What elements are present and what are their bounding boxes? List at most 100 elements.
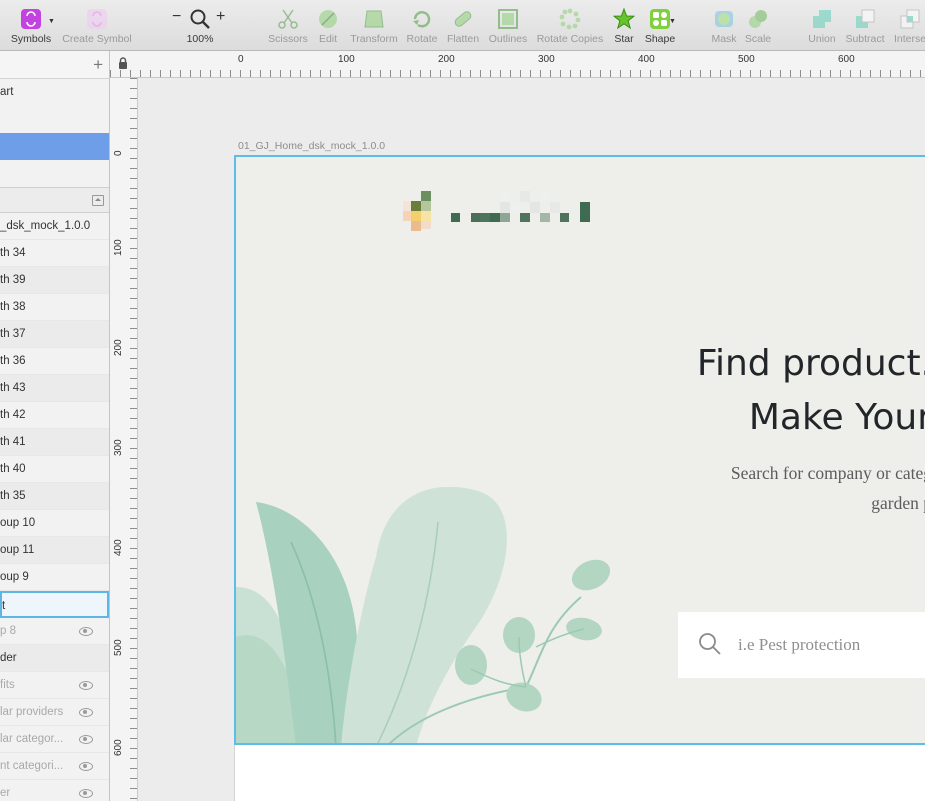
ruler-label: 200 bbox=[113, 339, 124, 356]
vertical-ruler[interactable]: 0 100 200 300 400 500 600 bbox=[110, 78, 138, 801]
layer-item-hidden[interactable]: fits bbox=[0, 672, 109, 699]
page-item[interactable]: art bbox=[0, 79, 109, 106]
layer-item[interactable]: oup 9 bbox=[0, 564, 109, 591]
layer-item-hidden[interactable]: lar categor... bbox=[0, 726, 109, 753]
canvas[interactable]: 01_GJ_Home_dsk_mock_1.0.0 Find product. … bbox=[139, 78, 925, 801]
layer-item[interactable]: th 43 bbox=[0, 375, 109, 402]
ruler-label: 300 bbox=[113, 439, 124, 456]
collapse-icon[interactable] bbox=[92, 195, 104, 206]
artboard-name[interactable]: 01_GJ_Home_dsk_mock_1.0.0 bbox=[238, 140, 385, 152]
create-symbol-button[interactable]: Create Symbol bbox=[60, 0, 134, 51]
lock-icon[interactable] bbox=[118, 57, 128, 69]
intersect-button[interactable]: Interse bbox=[890, 0, 925, 51]
ruler-label: 100 bbox=[338, 54, 355, 65]
subtract-button[interactable]: Subtract bbox=[842, 0, 888, 51]
zoom-control[interactable]: − + 100% bbox=[168, 0, 232, 51]
chevron-down-icon: ▼ bbox=[48, 18, 55, 25]
rotate-copies-button[interactable]: Rotate Copies bbox=[533, 0, 607, 51]
layer-item[interactable]: th 34 bbox=[0, 240, 109, 267]
layer-item-highlighted[interactable]: t bbox=[0, 591, 109, 618]
layer-item-hidden[interactable]: p 8 bbox=[0, 618, 109, 645]
layer-item[interactable]: th 36 bbox=[0, 348, 109, 375]
ruler-label: 500 bbox=[113, 639, 124, 656]
layer-item-artboard[interactable]: _dsk_mock_1.0.0 bbox=[0, 213, 109, 240]
layer-item[interactable]: der bbox=[0, 645, 109, 672]
zoom-level: 100% bbox=[186, 33, 214, 45]
layer-item[interactable]: th 42 bbox=[0, 402, 109, 429]
union-icon bbox=[813, 10, 831, 28]
star-icon bbox=[613, 8, 635, 30]
page-item[interactable] bbox=[0, 106, 109, 133]
magnifier-icon bbox=[190, 9, 210, 29]
eye-icon[interactable] bbox=[79, 762, 93, 771]
eye-icon[interactable] bbox=[79, 708, 93, 717]
subtract-icon bbox=[856, 9, 875, 28]
ruler-label: 300 bbox=[538, 54, 555, 65]
layer-item[interactable]: th 38 bbox=[0, 294, 109, 321]
toolbar: ▼ Symbols Create Symbol − + 100% Scissor… bbox=[0, 0, 925, 51]
rotate-button[interactable]: Rotate bbox=[402, 0, 442, 51]
hero-subtitle-line2: garden p bbox=[871, 493, 925, 513]
shape-button[interactable]: ▼ Shape bbox=[641, 0, 679, 51]
hero-subtitle-line1: Search for company or categ bbox=[730, 463, 925, 483]
add-page-icon[interactable]: + bbox=[93, 55, 103, 75]
outlines-button[interactable]: Outlines bbox=[486, 0, 530, 51]
union-button[interactable]: Union bbox=[804, 0, 840, 51]
search-placeholder: i.e Pest protection bbox=[738, 635, 861, 654]
ruler-ticks bbox=[110, 70, 921, 77]
outlines-icon bbox=[498, 9, 518, 29]
layer-item-hidden[interactable]: er bbox=[0, 780, 109, 801]
page-item-selected[interactable] bbox=[0, 133, 109, 160]
horizontal-ruler[interactable]: 0 100 200 300 400 500 600 bbox=[110, 51, 925, 78]
layer-item[interactable]: oup 10 bbox=[0, 510, 109, 537]
chevron-down-icon: ▼ bbox=[669, 18, 676, 25]
ruler-label: 400 bbox=[113, 539, 124, 556]
layer-item[interactable]: th 37 bbox=[0, 321, 109, 348]
ruler-label: 600 bbox=[838, 54, 855, 65]
leaf-illustration bbox=[236, 487, 611, 743]
flatten-icon bbox=[454, 11, 472, 27]
page-item[interactable] bbox=[0, 160, 109, 187]
ruler-label: 400 bbox=[638, 54, 655, 65]
create-symbol-icon bbox=[87, 9, 107, 29]
pages-header: + bbox=[0, 51, 109, 79]
mask-icon bbox=[715, 11, 733, 27]
scissors-icon bbox=[278, 9, 298, 29]
scale-button[interactable]: Scale bbox=[742, 0, 774, 51]
ruler-label: 0 bbox=[238, 54, 244, 65]
layer-item[interactable]: th 35 bbox=[0, 483, 109, 510]
ruler-label: 600 bbox=[113, 739, 124, 756]
symbols-button[interactable]: ▼ Symbols bbox=[6, 0, 56, 51]
flatten-button[interactable]: Flatten bbox=[442, 0, 484, 51]
star-button[interactable]: Star bbox=[608, 0, 640, 51]
eye-icon[interactable] bbox=[79, 627, 93, 636]
edit-button[interactable]: Edit bbox=[312, 0, 344, 51]
mask-button[interactable]: Mask bbox=[706, 0, 742, 51]
canvas-below-artboard bbox=[234, 745, 925, 801]
artboard[interactable]: Find product. Make Your Search for compa… bbox=[234, 155, 925, 745]
layer-item[interactable]: th 40 bbox=[0, 456, 109, 483]
layer-item-hidden[interactable]: lar providers bbox=[0, 699, 109, 726]
search-input[interactable]: i.e Pest protection bbox=[678, 612, 925, 678]
edit-icon bbox=[319, 10, 337, 28]
zoom-in-button[interactable]: + bbox=[216, 8, 225, 26]
layer-item-hidden[interactable]: nt categori... bbox=[0, 753, 109, 780]
search-icon bbox=[699, 633, 721, 655]
logo bbox=[403, 191, 590, 231]
shape-icon bbox=[650, 9, 670, 29]
transform-button[interactable]: Transform bbox=[346, 0, 402, 51]
scale-icon bbox=[749, 10, 767, 28]
ruler-label: 100 bbox=[113, 239, 124, 256]
layer-item[interactable]: oup 11 bbox=[0, 537, 109, 564]
layers-panel: + art _dsk_mock_1.0.0 th 34 th 39 th 38 … bbox=[0, 51, 110, 801]
rotate-copies-icon bbox=[559, 8, 581, 30]
zoom-out-button[interactable]: − bbox=[172, 8, 181, 26]
eye-icon[interactable] bbox=[79, 735, 93, 744]
layer-item[interactable]: th 39 bbox=[0, 267, 109, 294]
layer-item[interactable]: th 41 bbox=[0, 429, 109, 456]
transform-icon bbox=[364, 10, 384, 28]
eye-icon[interactable] bbox=[79, 681, 93, 690]
scissors-button[interactable]: Scissors bbox=[264, 0, 312, 51]
layers-header bbox=[0, 187, 109, 213]
eye-icon[interactable] bbox=[79, 789, 93, 798]
